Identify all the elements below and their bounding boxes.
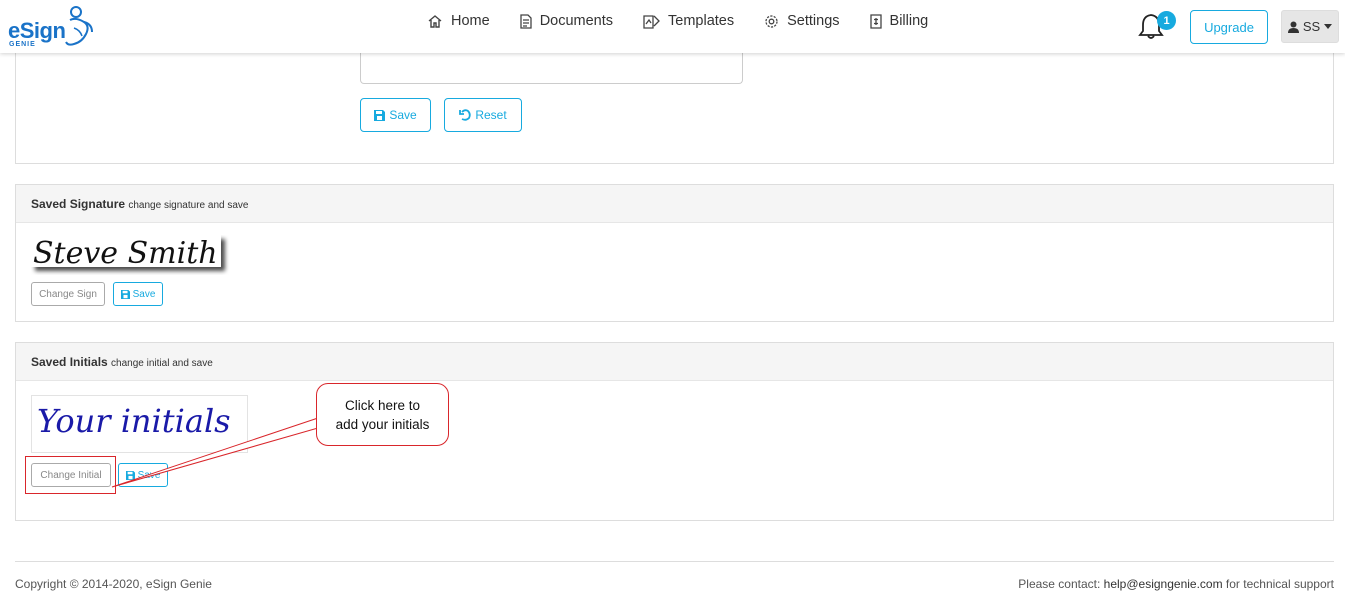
callout-bubble: Click here to add your initials — [316, 383, 449, 446]
reset-button[interactable]: Reset — [444, 98, 522, 132]
save-button[interactable]: Save — [360, 98, 431, 132]
nav-billing-label: Billing — [889, 13, 929, 29]
esign-genie-logo[interactable]: eSign GENIE — [8, 4, 98, 50]
signature-settings-panel: Save Reset — [15, 40, 1334, 164]
notification-badge[interactable]: 1 — [1157, 11, 1176, 30]
nav-documents-label: Documents — [539, 13, 614, 29]
upgrade-button[interactable]: Upgrade — [1190, 10, 1268, 44]
reset-button-label: Reset — [475, 108, 507, 122]
footer-divider — [15, 561, 1334, 562]
billing-icon — [869, 13, 882, 29]
footer-copyright: Copyright © 2014-2020, eSign Genie — [15, 577, 212, 591]
top-navbar: eSign GENIE Home Documents Templates Set… — [0, 0, 1345, 53]
save-initials-label: Save — [137, 469, 161, 481]
floppy-disk-icon — [374, 109, 386, 121]
saved-signature-header: Saved Signature change signature and sav… — [16, 185, 1333, 223]
callout-line-1: Click here to — [344, 397, 421, 413]
change-sign-button[interactable]: Change Sign — [31, 282, 105, 306]
home-icon — [428, 14, 442, 28]
signature-text: Steve Smith — [33, 236, 218, 271]
nav-settings[interactable]: Settings — [764, 13, 840, 29]
caret-down-icon — [1324, 24, 1333, 29]
nav-templates[interactable]: Templates — [643, 13, 734, 29]
saved-initials-title: Saved Initials — [31, 355, 108, 369]
initials-image: Your initials — [31, 395, 248, 453]
save-signature-label: Save — [132, 288, 156, 300]
save-initials-button[interactable]: Save — [118, 463, 168, 487]
callout-line-2: add your initials — [335, 416, 430, 432]
template-icon — [643, 14, 660, 29]
main-nav: Home Documents Templates Settings Billin… — [427, 13, 958, 29]
saved-signature-title: Saved Signature — [31, 197, 126, 211]
saved-initials-panel: Saved Initials change initial and save Y… — [15, 342, 1334, 521]
saved-initials-subtitle: change initial and save — [111, 358, 213, 369]
footer-contact-suffix: for technical support — [1222, 577, 1334, 591]
footer-contact-prefix: Please contact: — [1018, 577, 1104, 591]
saved-signature-subtitle: change signature and save — [128, 200, 249, 211]
signature-image: Steve Smith — [31, 235, 221, 271]
nav-templates-label: Templates — [668, 13, 735, 29]
saved-signature-panel: Saved Signature change signature and sav… — [15, 184, 1334, 322]
floppy-disk-icon — [120, 289, 130, 299]
nav-settings-label: Settings — [787, 13, 840, 29]
floppy-disk-icon — [125, 470, 135, 480]
save-button-label: Save — [389, 108, 417, 122]
support-email-link[interactable]: help@esigngenie.com — [1104, 577, 1223, 591]
nav-documents[interactable]: Documents — [520, 13, 613, 29]
save-signature-button[interactable]: Save — [113, 282, 163, 306]
undo-icon — [459, 109, 472, 121]
genie-figure-icon — [65, 6, 93, 46]
logo-subtext: GENIE — [9, 41, 36, 48]
user-initials: SS — [1302, 19, 1321, 34]
gear-icon — [765, 14, 778, 28]
nav-home-label: Home — [451, 13, 490, 29]
nav-billing[interactable]: Billing — [869, 13, 929, 29]
initials-text: Your initials — [37, 402, 231, 440]
nav-home[interactable]: Home — [427, 13, 490, 29]
document-icon — [520, 13, 532, 29]
change-initial-highlight — [25, 456, 116, 494]
user-icon — [1287, 21, 1299, 33]
footer-contact: Please contact: help@esigngenie.com for … — [1018, 577, 1334, 591]
saved-initials-header: Saved Initials change initial and save — [16, 343, 1333, 381]
user-menu-button[interactable]: SS — [1281, 10, 1339, 43]
